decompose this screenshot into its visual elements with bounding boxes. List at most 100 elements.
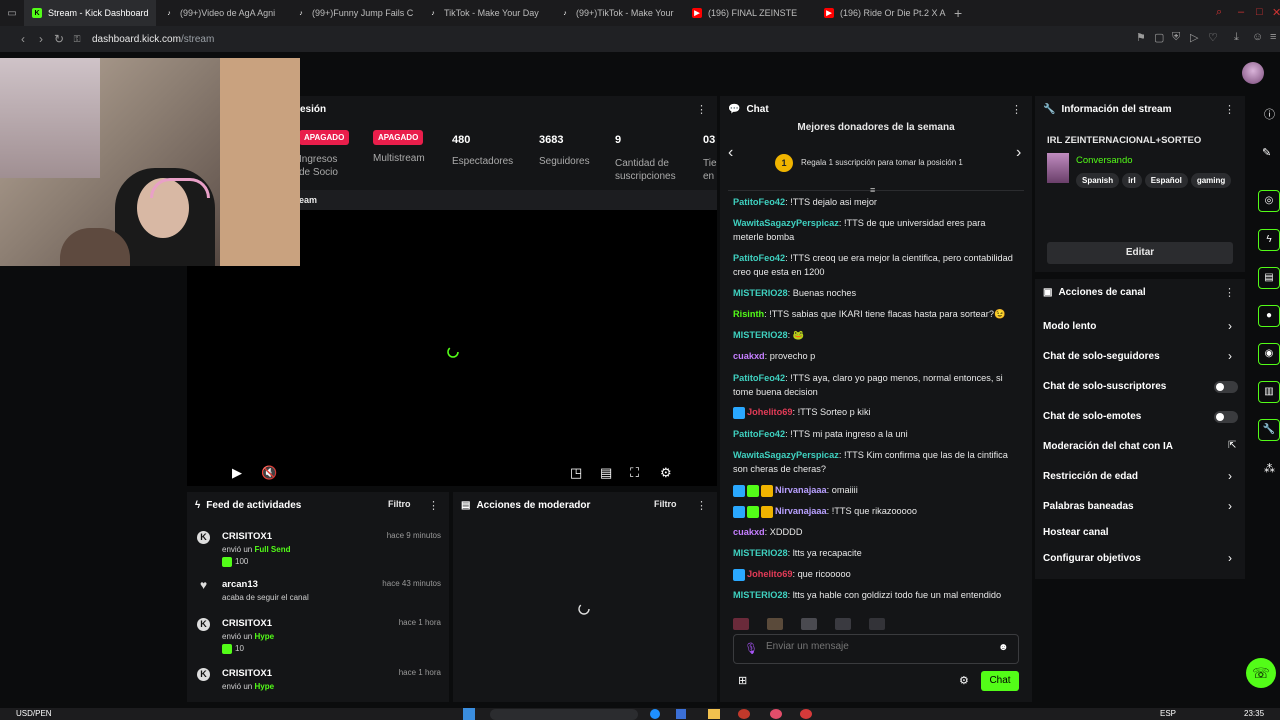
wrench-icon[interactable]: 🔧 [1258,419,1280,441]
send-chat-button[interactable]: Chat [981,671,1019,691]
stream-category[interactable]: Conversando [1076,155,1133,166]
chevron-right-icon[interactable]: › [1228,551,1232,565]
app-icon[interactable] [770,709,782,719]
extension-icon[interactable]: ▢ [1154,31,1164,44]
language-indicator[interactable]: ESP [1160,709,1176,718]
chat-username[interactable]: cuakxd [733,351,765,361]
ai-moderation-item[interactable]: Moderación del chat con IA [1043,441,1173,452]
more-options-icon[interactable]: ⋮ [696,499,707,512]
configure-goals-item[interactable]: Configurar objetivos [1043,553,1141,564]
app-icon[interactable] [676,709,686,719]
app-icon[interactable] [800,709,812,719]
emote-icon[interactable] [835,618,851,630]
info-icon[interactable]: ⓘ [1264,106,1275,122]
chat-input-box[interactable]: 🎙 ☻ [733,634,1019,664]
camera-icon[interactable]: ◎ [1258,190,1280,212]
chat-username[interactable]: PatitoFeo42 [733,429,785,439]
chat-username[interactable]: MISTERIO28 [733,330,788,340]
download-icon[interactable]: ⤓ [1234,31,1239,44]
tag[interactable]: irl [1122,173,1142,188]
support-chat-button[interactable]: ☏ [1246,658,1276,688]
theater-mode-icon[interactable]: ▤ [600,465,612,481]
new-tab-button[interactable]: + [948,5,968,21]
chevron-right-icon[interactable]: › [1228,469,1232,483]
chat-username[interactable]: Johelito69 [747,569,792,579]
emotes-only-toggle[interactable] [1214,411,1238,423]
microphone-icon[interactable]: 🎙 [744,642,758,655]
minimize-icon[interactable]: – [1238,6,1244,18]
prev-icon[interactable]: ‹ [728,144,733,162]
tag[interactable]: Spanish [1076,173,1120,188]
host-channel-item[interactable]: Hostear canal [1043,527,1109,538]
scroll-indicator-icon[interactable]: ≡ [870,185,875,195]
more-options-icon[interactable]: ⋮ [696,103,707,116]
settings-icon[interactable]: ⚙ [660,465,672,481]
folder-icon[interactable] [708,709,720,719]
bookmark-icon[interactable]: ⚑ [1136,31,1146,44]
chat-username[interactable]: WawitaSagazyPerspicaz [733,450,839,460]
maximize-icon[interactable]: □ [1256,6,1263,18]
windows-start-icon[interactable] [463,708,475,720]
broadcast-icon[interactable]: ◉ [1258,343,1280,365]
edge-icon[interactable] [650,709,660,719]
browser-tab-1[interactable]: ♪ (99+)Video de AgA Agni [156,0,288,26]
browser-tab-6[interactable]: ▶ (196) Ride Or Die Pt.2 X A [816,0,948,26]
url-field[interactable]: dashboard.kick.com/stream [92,34,214,45]
user-avatar[interactable] [1242,62,1264,84]
moderator-filter-button[interactable]: Filtro [654,499,677,509]
next-icon[interactable]: › [1016,144,1021,162]
menu-icon[interactable]: ≡ [1270,31,1276,43]
emote-icon[interactable] [869,618,885,630]
profile-icon[interactable]: ☺ [1252,31,1263,43]
tab-list-icon[interactable]: ▭ [0,8,24,19]
browser-tab-2[interactable]: ♪ (99+)Funny Jump Fails C [288,0,420,26]
fullscreen-icon[interactable]: ⛶ [630,465,639,481]
chat-username[interactable]: Nirvanajaaa [775,506,827,516]
chat-username[interactable]: cuakxd [733,527,765,537]
emote-icon[interactable] [767,618,783,630]
more-options-icon[interactable]: ⋮ [1224,286,1235,299]
chat-username[interactable]: MISTERIO28 [733,590,788,600]
slow-mode-item[interactable]: Modo lento [1043,321,1096,332]
chat-username[interactable]: WawitaSagazyPerspicaz [733,218,839,228]
chat-bubble-icon[interactable]: ● [1258,305,1280,327]
chat-username[interactable]: Risinth [733,309,764,319]
feed-filter-button[interactable]: Filtro [388,499,411,509]
app-icon[interactable] [738,709,750,719]
edit-icon[interactable]: ✎ [1262,146,1271,159]
forward-icon[interactable]: › [32,32,50,46]
play-icon[interactable]: ▶ [232,465,242,481]
chat-username[interactable]: Nirvanajaaa [775,485,827,495]
chat-username[interactable]: MISTERIO28 [733,288,788,298]
tag[interactable]: Español [1144,173,1188,188]
chat-username[interactable]: PatitoFeo42 [733,197,785,207]
document-icon[interactable]: ▤ [1258,267,1280,289]
browser-tab-5[interactable]: ▶ (196) FINAL ZEINSTE [684,0,816,26]
browser-tab-4[interactable]: ♪ (99+)TikTok - Make Your [552,0,684,26]
chevron-right-icon[interactable]: › [1228,319,1232,333]
edit-stream-button[interactable]: Editar [1047,242,1233,264]
age-restriction-item[interactable]: Restricción de edad [1043,471,1138,482]
heart-icon[interactable]: ♡ [1208,31,1218,44]
emote-icon[interactable] [733,618,749,630]
chat-username[interactable]: PatitoFeo42 [733,253,785,263]
external-link-icon[interactable]: ⇱ [1228,440,1236,451]
currency-widget[interactable]: USD/PEN [16,709,52,718]
emoji-icon[interactable]: ☻ [998,642,1009,653]
browser-tab-3[interactable]: ♪ TikTok - Make Your Day [420,0,552,26]
subscribers-only-toggle[interactable] [1214,381,1238,393]
back-icon[interactable]: ‹ [14,32,32,46]
chevron-right-icon[interactable]: › [1228,499,1232,513]
browser-tab-0[interactable]: K Stream - Kick Dashboard [24,0,156,26]
banned-words-item[interactable]: Palabras baneadas [1043,501,1134,512]
gift-icon[interactable]: ⊞ [738,674,747,687]
more-options-icon[interactable]: ⋮ [428,499,439,512]
chat-settings-icon[interactable]: ⚙ [959,674,969,687]
search-tabs-icon[interactable]: ⌕ [1216,6,1222,19]
more-options-icon[interactable]: ⋮ [1011,103,1022,116]
picture-in-picture-icon[interactable]: ◳ [570,465,582,481]
tag[interactable]: gaming [1190,173,1232,188]
taskbar-search[interactable] [490,709,638,720]
lightning-icon[interactable]: ϟ [1258,229,1280,251]
emote-icon[interactable] [801,618,817,630]
